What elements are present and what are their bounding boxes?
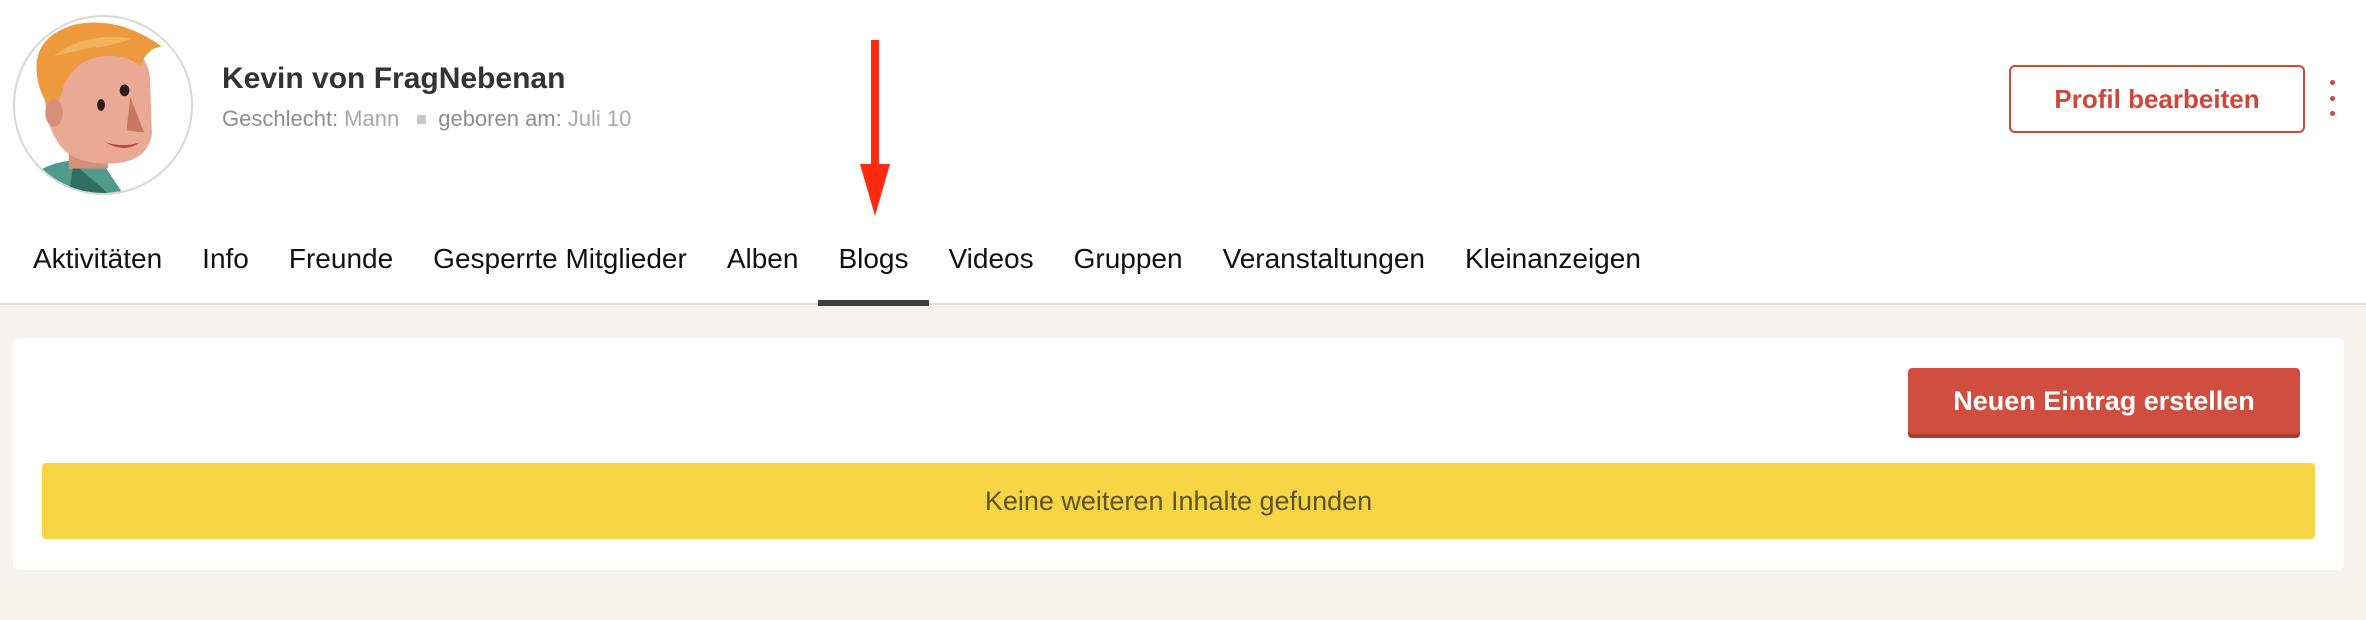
avatar-illustration xyxy=(15,17,191,193)
avatar[interactable] xyxy=(13,15,193,195)
tab-blogs[interactable]: Blogs xyxy=(818,222,929,306)
annotation-arrow-down-icon xyxy=(860,40,890,216)
profile-tabs: Aktivitäten Info Freunde Gesperrte Mitgl… xyxy=(13,222,1661,306)
dot xyxy=(2329,80,2335,85)
tab-info[interactable]: Info xyxy=(182,222,269,305)
gender-label: Geschlecht: xyxy=(222,106,339,131)
blog-content-card: Neuen Eintrag erstellen Keine weiteren I… xyxy=(13,338,2344,570)
meta-separator xyxy=(417,114,427,124)
tab-blocked-members[interactable]: Gesperrte Mitglieder xyxy=(413,222,707,305)
gender-value: Mann xyxy=(344,106,400,131)
tab-albums[interactable]: Alben xyxy=(707,222,819,305)
dot xyxy=(2329,111,2335,116)
birth-label: geboren am: xyxy=(438,106,562,131)
edit-profile-button[interactable]: Profil bearbeiten xyxy=(2009,65,2305,133)
new-entry-button[interactable]: Neuen Eintrag erstellen xyxy=(1908,368,2300,434)
tab-classifieds[interactable]: Kleinanzeigen xyxy=(1445,222,1661,305)
tab-events[interactable]: Veranstaltungen xyxy=(1203,222,1445,305)
profile-meta: Geschlecht: Mann geboren am: Juli 10 xyxy=(222,106,631,132)
dot xyxy=(2329,95,2335,101)
profile-header: Kevin von FragNebenan Geschlecht: Mann g… xyxy=(0,0,2366,306)
birth-value: Juli 10 xyxy=(567,106,632,131)
profile-name: Kevin von FragNebenan xyxy=(222,62,566,95)
tab-groups[interactable]: Gruppen xyxy=(1054,222,1203,305)
no-content-notice: Keine weiteren Inhalte gefunden xyxy=(42,463,2315,539)
tab-friends[interactable]: Freunde xyxy=(269,222,413,305)
tab-activities[interactable]: Aktivitäten xyxy=(13,222,182,305)
tab-videos[interactable]: Videos xyxy=(929,222,1054,305)
vertical-ellipsis-icon[interactable] xyxy=(2320,80,2344,116)
